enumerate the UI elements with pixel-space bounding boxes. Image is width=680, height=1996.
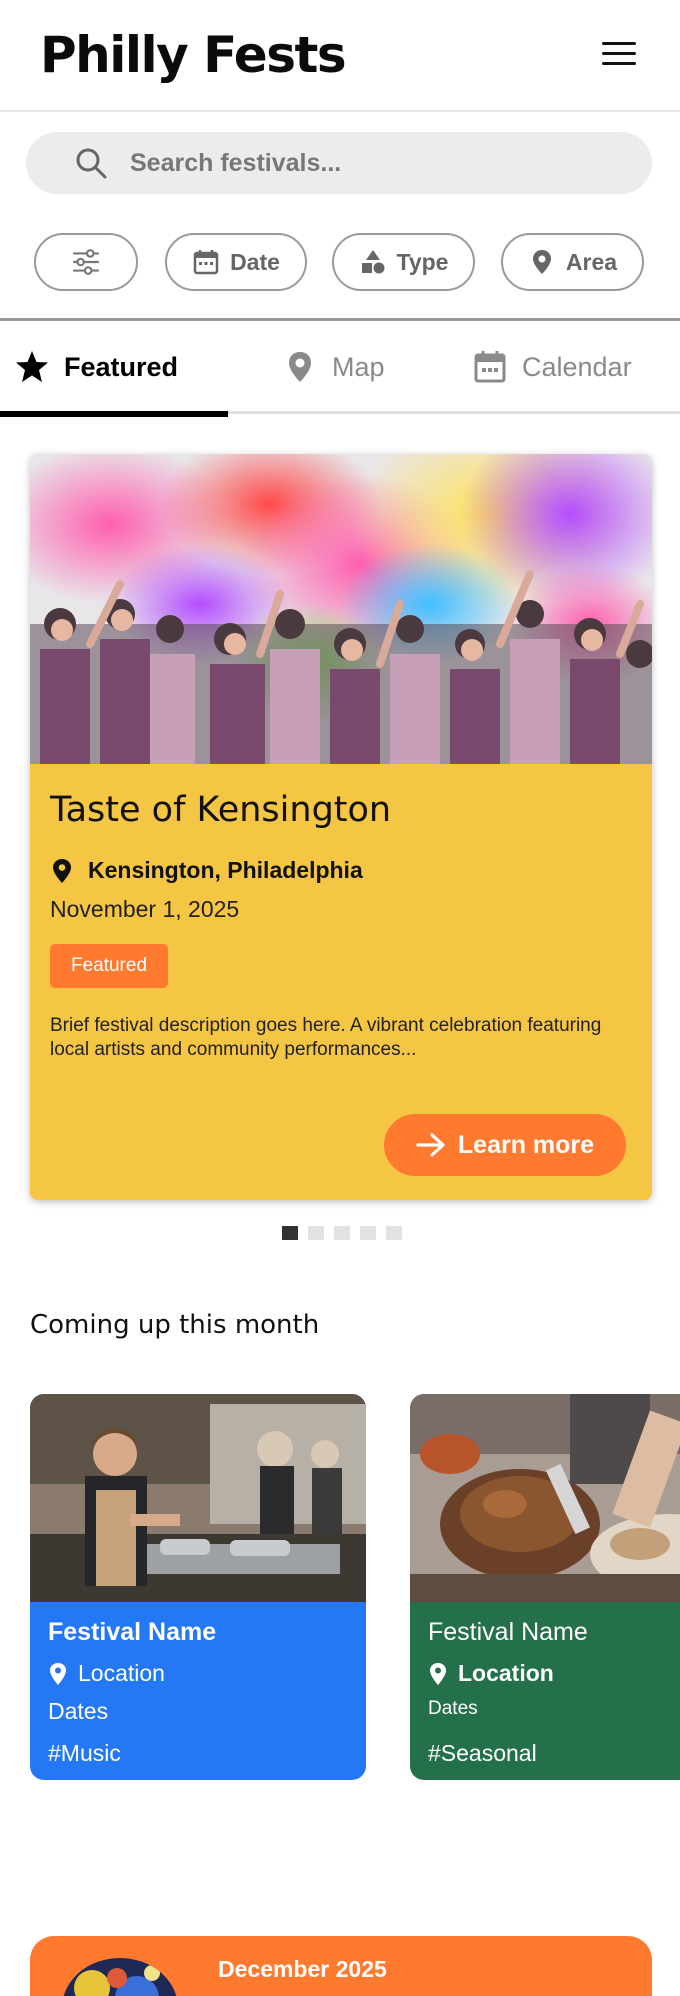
festival-card[interactable]: Festival Name Location Dates #Music (30, 1394, 366, 1780)
carousel-dot[interactable] (360, 1226, 376, 1240)
promo-title: December 2025 (218, 1956, 387, 1982)
tab-map-label: Map (332, 351, 385, 382)
tab-featured-label: Featured (64, 351, 179, 382)
filter-area-label: Area (565, 248, 618, 275)
featured-festival-image (30, 454, 652, 764)
filter-row: Date Type Area (34, 233, 648, 291)
star-icon (16, 351, 48, 382)
featured-festival-description: Brief festival description goes here. A … (50, 1015, 602, 1060)
festival-tag[interactable]: #Seasonal (428, 1740, 537, 1767)
festival-name: Festival Name (48, 1618, 217, 1646)
filter-type-label: Type (396, 248, 449, 275)
promo-image (62, 1958, 178, 1996)
festival-dates: Dates (428, 1698, 478, 1719)
shapes-icon (361, 250, 384, 274)
featured-festival-location: Kensington, Philadelphia (50, 857, 363, 884)
festival-location: Location (48, 1660, 165, 1687)
arrow-right-icon (416, 1133, 445, 1157)
tab-featured[interactable]: Featured (14, 321, 178, 413)
view-tabs: Featured Map Calendar (0, 318, 680, 417)
featured-badge: Featured (50, 944, 168, 988)
festival-location: Location (428, 1660, 554, 1687)
upcoming-month-banner[interactable]: December 2025 (30, 1936, 652, 1996)
carousel-dot[interactable] (386, 1226, 402, 1240)
festival-tag[interactable]: #Music (48, 1740, 121, 1767)
featured-festival-title: Taste of Kensington (50, 790, 392, 830)
filter-type-button[interactable]: Type (332, 233, 475, 291)
carousel-dot[interactable] (282, 1226, 298, 1240)
learn-more-label: Learn more (457, 1130, 595, 1159)
filter-date-label: Date (230, 248, 280, 275)
carousel-pagination (282, 1226, 402, 1240)
festival-card-image (410, 1394, 680, 1602)
app-header: Philly Fests (0, 0, 680, 112)
filter-date-button[interactable]: Date (165, 233, 307, 291)
festival-card-image (30, 1394, 366, 1602)
active-tab-indicator (0, 411, 228, 417)
festival-card[interactable]: Festival Name Location Dates #Seasonal (410, 1394, 680, 1780)
featured-festival-date: November 1, 2025 (50, 896, 240, 922)
tab-calendar[interactable]: Calendar (472, 321, 632, 413)
tab-calendar-label: Calendar (522, 351, 632, 382)
featured-location-text: Kensington, Philadelphia (88, 857, 363, 883)
carousel-dot[interactable] (334, 1226, 350, 1240)
map-pin-icon (532, 250, 551, 274)
festival-location-text: Location (458, 1660, 554, 1686)
filter-area-button[interactable]: Area (501, 233, 644, 291)
sliders-icon (73, 249, 99, 275)
filter-settings-button[interactable] (34, 233, 138, 291)
map-pin-icon (50, 1662, 66, 1685)
search-input[interactable] (130, 132, 630, 194)
section-title: Coming up this month (30, 1310, 320, 1340)
search-bar[interactable] (26, 132, 652, 194)
festival-name: Festival Name (428, 1618, 588, 1646)
hamburger-menu-icon[interactable] (602, 42, 636, 68)
map-pin-icon (53, 858, 71, 883)
featured-festival-card[interactable]: Taste of Kensington Kensington, Philadel… (30, 454, 652, 1200)
learn-more-button[interactable]: Learn more (384, 1114, 626, 1176)
carousel-dot[interactable] (308, 1226, 324, 1240)
festival-location-text: Location (78, 1660, 165, 1686)
festival-card-details: Festival Name Location Dates #Music (30, 1602, 366, 1780)
map-pin-icon (430, 1662, 446, 1685)
search-icon (76, 148, 107, 179)
festival-dates: Dates (48, 1698, 109, 1724)
app-logo[interactable]: Philly Fests (40, 26, 347, 84)
featured-festival-details: Taste of Kensington Kensington, Philadel… (30, 764, 652, 1200)
calendar-icon (193, 250, 219, 275)
festival-card-details: Festival Name Location Dates #Seasonal (410, 1602, 680, 1780)
calendar-icon (474, 351, 506, 383)
tab-map[interactable]: Map (282, 321, 385, 413)
map-pin-icon (289, 352, 311, 382)
